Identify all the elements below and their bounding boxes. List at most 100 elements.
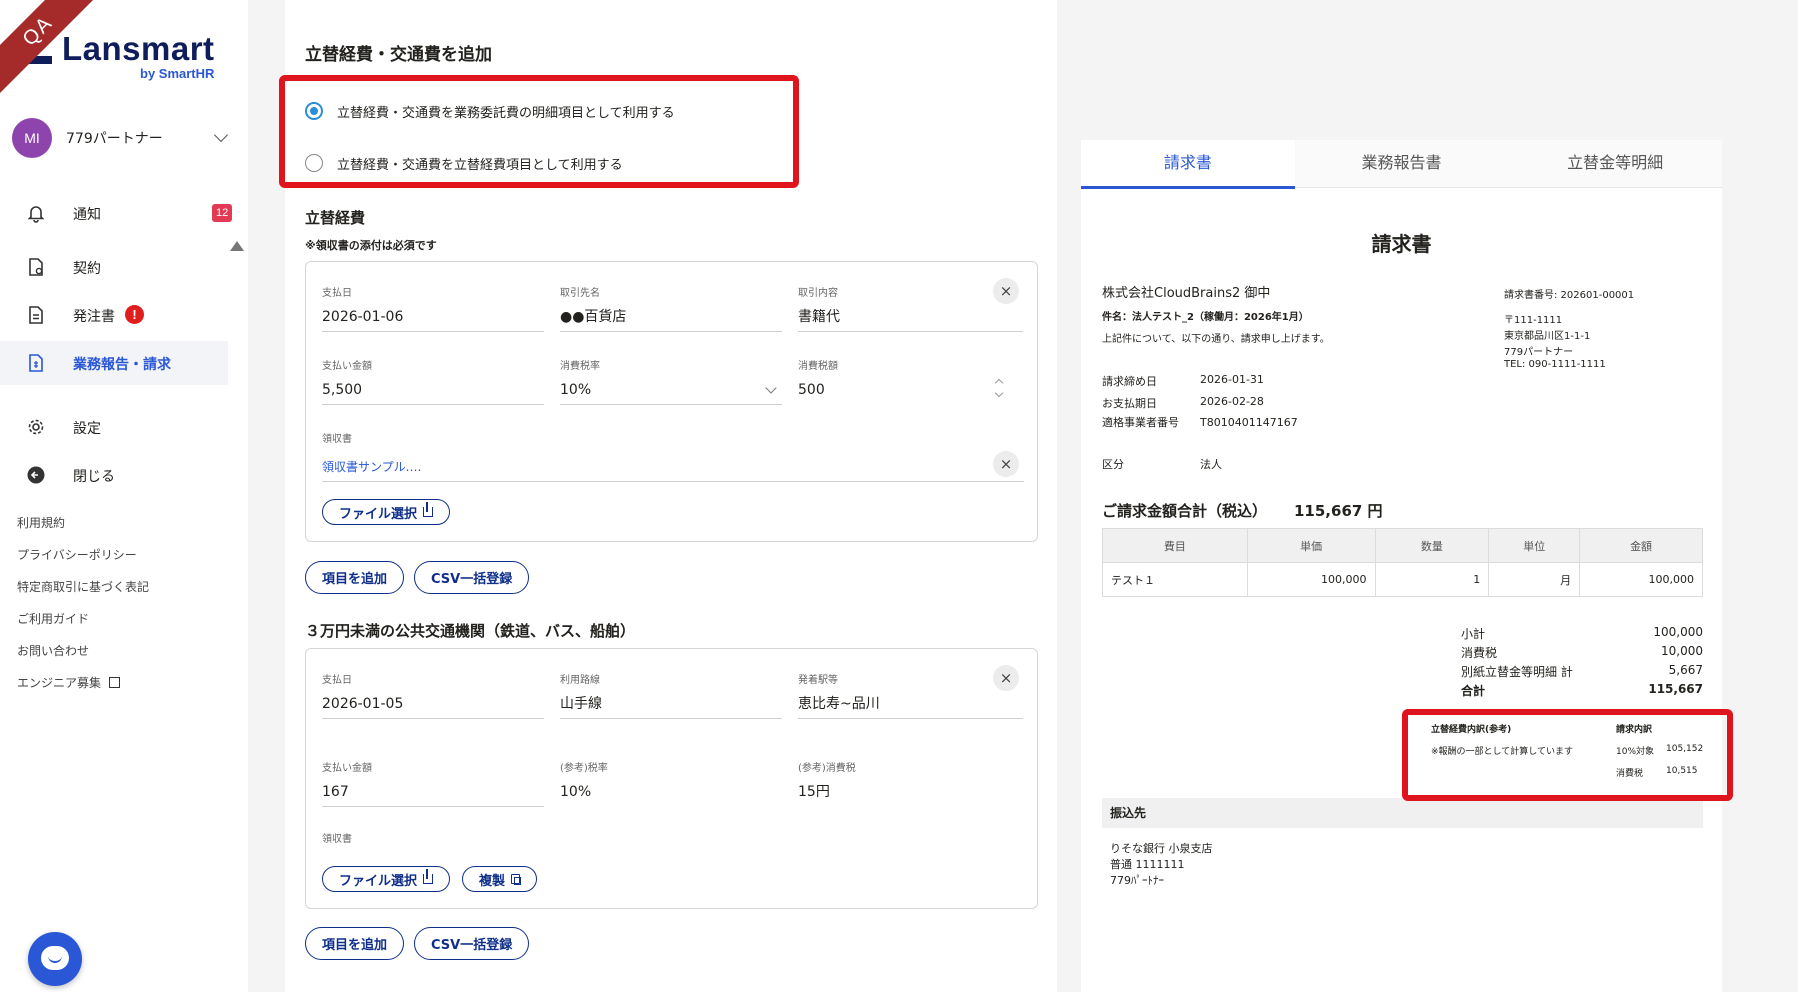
col-header: 数量: [1374, 528, 1490, 563]
csv-import-expense-button[interactable]: CSV一括登録: [414, 561, 530, 594]
tax-amount-input[interactable]: 500: [798, 381, 993, 405]
summary-row: 消費税 10,000: [1461, 644, 1703, 663]
nav-item-close-sidebar[interactable]: 閉じる: [0, 453, 228, 497]
payee-input[interactable]: ●●百貨店: [560, 308, 782, 332]
user-guide-link[interactable]: ご利用ガイド: [17, 612, 149, 644]
ref-tax-rate-field: (参考)税率 10%: [560, 759, 782, 807]
ref-tax-value: 15円: [798, 784, 830, 800]
ref-tax-field: (参考)消費税 15円: [798, 759, 1020, 807]
invoice-number: 請求書番号: 202601-00001: [1504, 290, 1635, 301]
nav-label: 発注書: [73, 309, 115, 325]
amount-field[interactable]: 支払い金額 167: [322, 759, 544, 807]
field-label: 利用路線: [560, 675, 600, 686]
summary-value: 115,667: [1648, 682, 1703, 696]
delete-item-button[interactable]: ×: [993, 278, 1019, 304]
amount-input[interactable]: 167: [322, 783, 544, 807]
number-stepper-icon[interactable]: [994, 377, 1005, 401]
route-field[interactable]: 利用路線 山手線: [560, 671, 782, 719]
field-label: 消費税額: [798, 361, 838, 372]
tab-work-report[interactable]: 業務報告書: [1295, 140, 1509, 188]
chat-support-button[interactable]: [28, 932, 82, 986]
nav-label: 契約: [73, 261, 101, 277]
stations-field[interactable]: 発着駅等 恵比寿~品川: [798, 671, 1023, 719]
invoice-preview-panel: 請求書 業務報告書 立替金等明細 請求書 株式会社CloudBrains2 御中…: [1081, 140, 1722, 992]
account-switcher[interactable]: MI 779パートナー: [12, 118, 232, 158]
table-cell: テスト１: [1102, 562, 1248, 597]
upload-icon: [423, 502, 434, 517]
issuer-name: 779パートナー: [1504, 347, 1574, 358]
meta-value: 2026-01-31: [1200, 373, 1264, 386]
expense-item-card: 支払日 2026-01-06 取引先名 ●●百貨店 取引内容 書籍代 × 支払い…: [305, 261, 1038, 542]
terms-link[interactable]: 利用規約: [17, 516, 149, 548]
tax-rate-select[interactable]: 10%: [560, 381, 782, 405]
summary-row-total: 合計 115,667: [1461, 682, 1703, 701]
nav-item-reports-billing[interactable]: 業務報告・請求: [0, 341, 228, 385]
external-link-icon: [109, 677, 121, 688]
form-title: 立替経費・交通費を追加: [305, 45, 492, 65]
gear-icon: [28, 419, 44, 435]
chevron-down-icon: [213, 127, 229, 143]
summary-key: 消費税: [1461, 646, 1498, 660]
payee-field[interactable]: 取引先名 ●●百貨店: [560, 284, 782, 332]
upload-icon: [423, 869, 434, 884]
privacy-policy-link[interactable]: プライバシーポリシー: [17, 548, 149, 580]
contact-link[interactable]: お問い合わせ: [17, 644, 149, 676]
footer-links: 利用規約 プライバシーポリシー 特定商取引に基づく表記 ご利用ガイド お問い合わ…: [17, 516, 149, 708]
tab-advance-details[interactable]: 立替金等明細: [1508, 140, 1722, 188]
table-cell: 100,000: [1246, 562, 1376, 597]
tab-invoice[interactable]: 請求書: [1081, 140, 1295, 189]
bank-section-title: 振込先: [1102, 798, 1703, 828]
summary-key: 小計: [1461, 627, 1486, 641]
highlight-box-breakdown: [1402, 709, 1733, 801]
sidebar-scroll-up-arrow[interactable]: [230, 241, 244, 251]
nav-item-notifications[interactable]: 通知 12: [0, 191, 233, 235]
issuer-postal: 〒111-1111: [1504, 315, 1563, 326]
ref-tax-rate-value: 10%: [560, 784, 592, 800]
table-row: テスト１ 100,000 1 月 100,000: [1102, 562, 1703, 597]
summary-key: 合計: [1461, 684, 1486, 698]
amount-field[interactable]: 支払い金額 5,500: [322, 357, 544, 405]
add-expense-item-button[interactable]: 項目を追加: [305, 561, 405, 594]
nav-label: 設定: [73, 421, 101, 437]
nav-item-contract[interactable]: 契約: [0, 245, 228, 289]
remove-receipt-button[interactable]: ×: [993, 451, 1019, 477]
button-label: 複製: [479, 873, 506, 889]
field-label: 取引先名: [560, 288, 600, 299]
receipt-file-link[interactable]: 領収書サンプル.…: [322, 458, 421, 475]
duplicate-button[interactable]: 複製: [462, 866, 538, 892]
csv-import-transport-button[interactable]: CSV一括登録: [414, 927, 530, 960]
delete-item-button[interactable]: ×: [993, 665, 1019, 691]
receipt-label-wrap: 領収書: [322, 830, 622, 845]
col-header: 金額: [1579, 528, 1703, 563]
payment-date-input[interactable]: 2026-01-06: [322, 308, 544, 332]
add-transport-item-button[interactable]: 項目を追加: [305, 927, 405, 960]
meta-value: 法人: [1200, 458, 1222, 471]
amount-input[interactable]: 5,500: [322, 381, 544, 405]
content-field[interactable]: 取引内容 書籍代: [798, 284, 1023, 332]
transport-item-card: 支払日 2026-01-05 利用路線 山手線 発着駅等 恵比寿~品川 × 支払…: [305, 648, 1038, 909]
route-input[interactable]: 山手線: [560, 695, 782, 719]
file-select-button[interactable]: ファイル選択: [322, 866, 451, 892]
engineer-recruiting-link[interactable]: エンジニア募集: [17, 676, 149, 708]
order-document-icon: [29, 306, 43, 324]
summary-value: 100,000: [1653, 625, 1703, 639]
field-label: 消費税率: [560, 361, 600, 372]
notification-count-badge: 12: [212, 204, 233, 222]
nav-item-orders[interactable]: 発注書 !: [0, 293, 228, 337]
account-name: 779パートナー: [66, 131, 163, 147]
invoice-title: 請求書: [1371, 232, 1432, 256]
payment-date-field[interactable]: 支払日 2026-01-06: [322, 284, 544, 332]
summary-row: 小計 100,000: [1461, 625, 1703, 644]
nav-item-settings[interactable]: 設定: [0, 405, 228, 449]
button-label: ファイル選択: [339, 506, 418, 522]
invoice-subject: 件名：法人テスト_2（稼働月：2026年1月）: [1102, 312, 1309, 323]
summary-key: 別紙立替金等明細 計: [1461, 665, 1573, 679]
stations-input[interactable]: 恵比寿~品川: [798, 695, 1023, 719]
tax-amount-field[interactable]: 消費税額 500: [798, 357, 993, 405]
content-input[interactable]: 書籍代: [798, 308, 1023, 332]
tax-rate-field[interactable]: 消費税率 10%: [560, 357, 782, 405]
payment-date-input[interactable]: 2026-01-05: [322, 695, 544, 719]
payment-date-field[interactable]: 支払日 2026-01-05: [322, 671, 544, 719]
file-select-button[interactable]: ファイル選択: [322, 499, 451, 525]
commercial-law-link[interactable]: 特定商取引に基づく表記: [17, 580, 149, 612]
